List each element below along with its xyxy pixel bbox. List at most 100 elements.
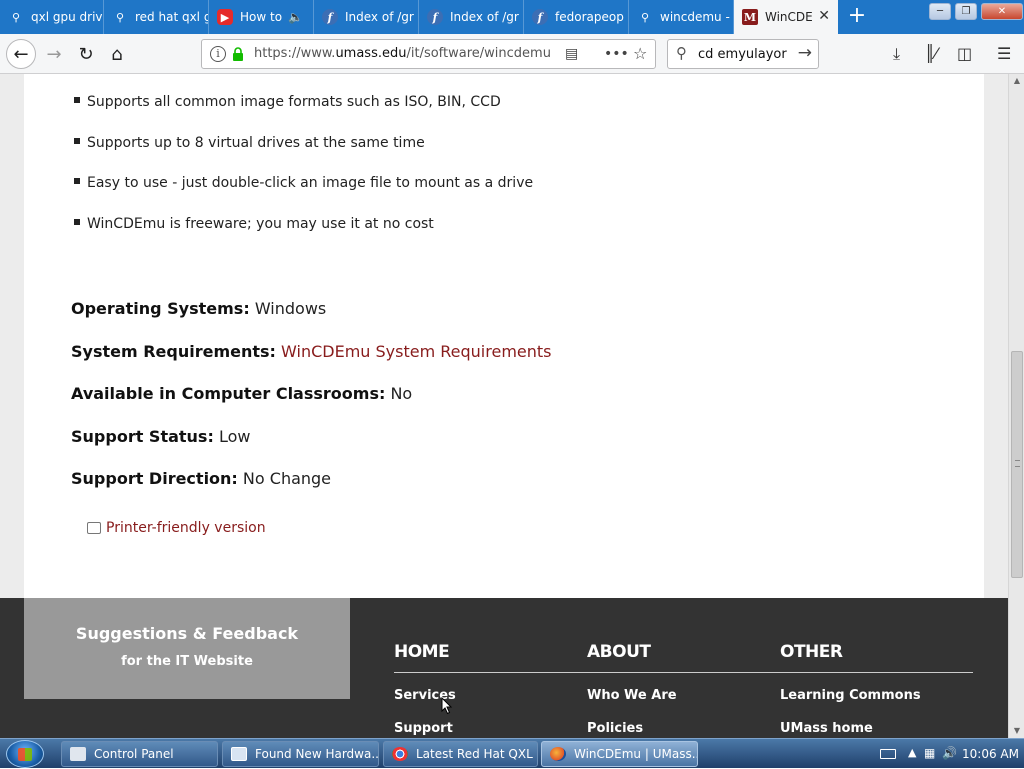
tab-label: Index of /gr xyxy=(345,10,414,24)
volume-icon[interactable]: 🔊 xyxy=(942,746,957,760)
fedora-icon: f xyxy=(427,9,443,25)
feature-text: WinCDEmu is freeware; you may use it at … xyxy=(87,216,434,232)
tab-label: wincdemu - xyxy=(660,10,730,24)
field-value: No xyxy=(390,384,413,403)
feature-list-item: Easy to use - just double-click an image… xyxy=(74,175,533,191)
tab-wincdemu-search[interactable]: ⚲ wincdemu - xyxy=(629,0,734,34)
footer-divider xyxy=(394,672,973,673)
field-value: Low xyxy=(218,427,251,446)
tab-wincdemu-umass[interactable]: M WinCDE ✕ xyxy=(734,0,838,34)
footer-link-support[interactable]: Support xyxy=(394,721,453,736)
search-icon: ⚲ xyxy=(115,10,125,24)
printer-icon xyxy=(87,522,101,534)
computer-classrooms-field: Available in Computer Classrooms: No xyxy=(71,384,412,403)
dialog-window-icon xyxy=(231,747,247,761)
home-button[interactable]: ⌂ xyxy=(103,40,131,68)
feedback-subtitle: for the IT Website xyxy=(121,654,253,669)
keyboard-icon[interactable] xyxy=(880,749,896,759)
tab-label: qxl gpu drive xyxy=(31,10,103,24)
grip-icon xyxy=(1015,460,1020,467)
taskbar-button-label: WinCDEmu | UMass... xyxy=(574,747,698,761)
system-requirements-field: System Requirements: WinCDEmu System Req… xyxy=(71,342,552,361)
tab-label: How to xyxy=(240,10,283,24)
fedora-icon: f xyxy=(322,9,338,25)
footer-link-policies[interactable]: Policies xyxy=(587,721,643,736)
url-domain: umass.edu xyxy=(335,46,407,61)
control-panel-icon xyxy=(70,747,86,761)
address-bar[interactable]: i https://www.umass.edu/it/software/winc… xyxy=(201,39,656,69)
footer-link-who-we-are[interactable]: Who We Are xyxy=(587,688,677,703)
minimize-button[interactable]: ─ xyxy=(929,3,951,20)
info-icon[interactable]: i xyxy=(210,46,226,62)
youtube-icon: ▶ xyxy=(217,9,233,25)
forward-button[interactable]: → xyxy=(40,40,68,68)
url-text: https://www.umass.edu/it/software/wincde… xyxy=(254,46,551,61)
chrome-icon xyxy=(392,747,408,761)
footer-link-learning-commons[interactable]: Learning Commons xyxy=(780,688,921,703)
show-hidden-icons-icon[interactable]: ▲ xyxy=(908,746,916,759)
lock-icon xyxy=(233,47,243,61)
footer-link-umass-home[interactable]: UMass home xyxy=(780,721,873,736)
feature-list-item: WinCDEmu is freeware; you may use it at … xyxy=(74,216,434,232)
support-status-field: Support Status: Low xyxy=(71,427,250,446)
system-tray: ▲ ▦ 🔊 10:06 AM xyxy=(876,739,1024,769)
tab-qxl-gpu-driver[interactable]: ⚲ qxl gpu drive xyxy=(0,0,104,34)
taskbar-found-new-hardware[interactable]: Found New Hardwa... xyxy=(222,741,379,767)
footer-heading-about[interactable]: ABOUT xyxy=(587,642,651,662)
search-go-arrow-icon[interactable]: → xyxy=(798,43,812,63)
search-icon: ⚲ xyxy=(640,10,650,24)
taskbar-chrome-red-hat-qxl[interactable]: Latest Red Hat QXL ... xyxy=(383,741,538,767)
feature-list-item: Supports up to 8 virtual drives at the s… xyxy=(74,135,425,151)
new-tab-button[interactable]: + xyxy=(845,4,869,28)
tab-index-of-1[interactable]: f Index of /gr xyxy=(314,0,419,34)
network-icon[interactable]: ▦ xyxy=(924,746,935,760)
bullet-icon xyxy=(74,219,80,225)
taskbar-button-label: Latest Red Hat QXL ... xyxy=(416,747,538,761)
field-label: System Requirements: xyxy=(71,342,276,361)
tab-label: WinCDE xyxy=(765,10,813,24)
scroll-down-arrow-icon[interactable]: ▼ xyxy=(1009,724,1024,738)
printer-friendly-link[interactable]: Printer-friendly version xyxy=(87,520,266,536)
url-path: /it/software/wincdemu xyxy=(406,46,551,61)
site-footer: Suggestions & Feedback for the IT Websit… xyxy=(0,598,1008,738)
fedora-icon: f xyxy=(532,9,548,25)
taskbar-firefox-wincdemu[interactable]: WinCDEmu | UMass... xyxy=(541,741,698,767)
back-button[interactable]: ← xyxy=(6,39,36,69)
page-actions-icon[interactable]: ••• xyxy=(604,46,629,62)
close-tab-icon[interactable]: ✕ xyxy=(818,8,830,24)
printer-friendly-label: Printer-friendly version xyxy=(106,520,266,536)
vertical-scrollbar[interactable]: ▲ ▼ xyxy=(1008,74,1024,738)
field-value: Windows xyxy=(254,299,327,318)
system-requirements-link[interactable]: WinCDEmu System Requirements xyxy=(281,342,551,361)
close-window-button[interactable]: ✕ xyxy=(981,3,1023,20)
tab-how-to[interactable]: ▶ How to 🔈 xyxy=(209,0,314,34)
tab-index-of-2[interactable]: f Index of /gr xyxy=(419,0,524,34)
bookmark-star-icon[interactable]: ☆ xyxy=(633,44,647,63)
suggestions-feedback-button[interactable]: Suggestions & Feedback for the IT Websit… xyxy=(24,598,350,699)
start-button[interactable] xyxy=(6,740,44,768)
feature-list-item: Supports all common image formats such a… xyxy=(74,94,501,110)
library-icon[interactable]: ║⁄ xyxy=(925,44,937,63)
taskbar-button-label: Found New Hardwa... xyxy=(255,747,379,761)
reader-view-icon[interactable]: ▤ xyxy=(565,46,578,62)
clock[interactable]: 10:06 AM xyxy=(962,747,1019,761)
firefox-icon xyxy=(550,747,566,761)
tab-red-hat-qxl[interactable]: ⚲ red hat qxl g xyxy=(104,0,209,34)
downloads-icon[interactable]: ⤓ xyxy=(893,44,900,64)
search-bar[interactable]: ⚲ cd emyulayor → xyxy=(667,39,819,69)
field-value: No Change xyxy=(242,469,332,488)
scroll-up-arrow-icon[interactable]: ▲ xyxy=(1009,74,1024,88)
speaker-icon[interactable]: 🔈 xyxy=(288,10,303,24)
url-prefix: https://www. xyxy=(254,46,336,61)
footer-heading-home[interactable]: HOME xyxy=(394,642,450,662)
reload-button[interactable]: ↻ xyxy=(72,40,100,68)
footer-heading-other[interactable]: OTHER xyxy=(780,642,843,662)
taskbar-control-panel[interactable]: Control Panel xyxy=(61,741,218,767)
sidebar-icon[interactable]: ◫ xyxy=(957,44,972,63)
scrollbar-thumb[interactable] xyxy=(1011,351,1023,578)
menu-icon[interactable]: ☰ xyxy=(997,44,1011,63)
search-input[interactable]: cd emyulayor xyxy=(698,47,787,62)
tab-fedorapeople[interactable]: f fedorapeop xyxy=(524,0,629,34)
restore-button[interactable]: ❐ xyxy=(955,3,977,20)
taskbar-button-label: Control Panel xyxy=(94,747,174,761)
